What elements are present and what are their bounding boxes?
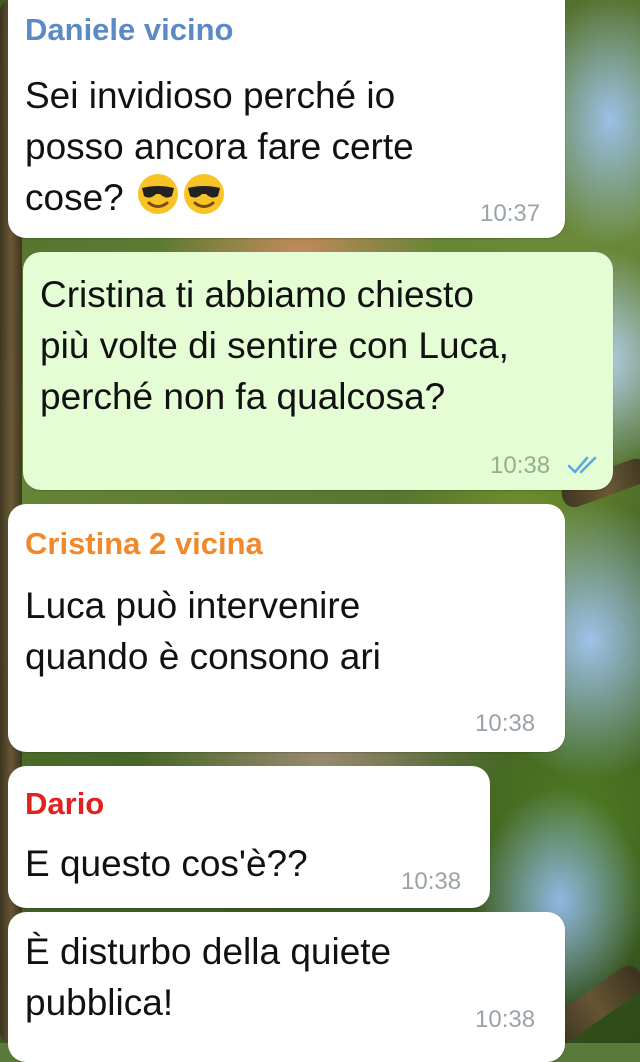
message-line: cose? — [25, 172, 414, 223]
message-bubble[interactable]: Daniele vicino Sei invidioso perché io p… — [8, 0, 565, 238]
message-line: posso ancora fare certe — [25, 126, 414, 167]
message-text: Sei invidioso perché io posso ancora far… — [25, 70, 414, 223]
message-text: E questo cos'è?? — [25, 838, 308, 889]
message-line: Luca può intervenire — [25, 585, 361, 626]
sender-name[interactable]: Dario — [25, 786, 104, 822]
sender-name[interactable]: Daniele vicino — [25, 12, 233, 48]
double-check-icon — [567, 456, 597, 474]
message-bubble[interactable]: È disturbo della quiete pubblica! 10:38 — [8, 912, 565, 1062]
message-text: Cristina ti abbiamo chiesto più volte di… — [40, 269, 509, 422]
sunglasses-emoji-icon — [136, 172, 180, 216]
message-time: 10:38 — [401, 868, 462, 895]
message-line-text: cose? — [25, 177, 135, 218]
message-line: quando è consono ari — [25, 636, 381, 677]
message-text: È disturbo della quiete pubblica! — [25, 926, 391, 1028]
message-time: 10:38 — [475, 1006, 536, 1033]
message-bubble[interactable]: Cristina ti abbiamo chiesto più volte di… — [23, 252, 613, 490]
message-time: 10:38 — [475, 710, 536, 737]
message-bubble[interactable]: Dario E questo cos'è?? 10:38 — [8, 766, 490, 908]
message-line: perché non fa qualcosa? — [40, 376, 446, 417]
message-time: 10:37 — [480, 200, 541, 227]
message-bubble[interactable]: Cristina 2 vicina Luca può intervenire q… — [8, 504, 565, 752]
message-line: pubblica! — [25, 982, 174, 1023]
message-line: È disturbo della quiete — [25, 931, 392, 972]
message-text: Luca può intervenire quando è consono ar… — [25, 580, 381, 682]
sender-name[interactable]: Cristina 2 vicina — [25, 526, 263, 562]
message-line: Cristina ti abbiamo chiesto — [40, 274, 474, 315]
message-time: 10:38 — [490, 452, 551, 479]
sunglasses-emoji-icon — [182, 172, 226, 216]
message-line: più volte di sentire con Luca, — [40, 325, 509, 366]
message-line: Sei invidioso perché io — [25, 75, 396, 116]
message-line: E questo cos'è?? — [25, 843, 308, 884]
